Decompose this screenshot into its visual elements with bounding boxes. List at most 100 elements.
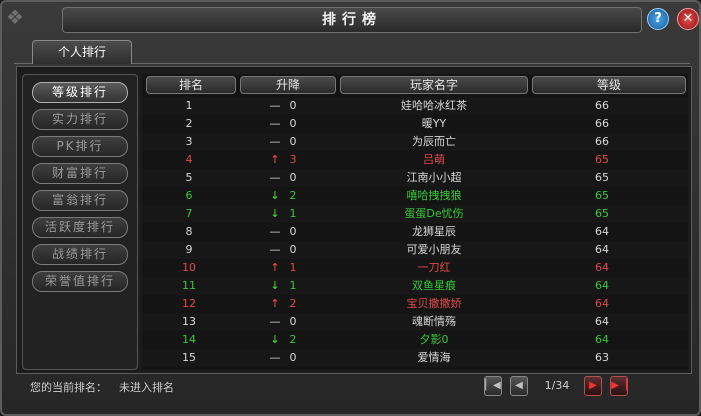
sidebar-item-rich-ranking[interactable]: 富翁排行 <box>32 190 128 211</box>
window-title: 排行榜 <box>62 7 642 33</box>
change-cell: ↓ 1 <box>238 277 334 295</box>
header-change[interactable]: 升降 <box>240 76 336 94</box>
current-rank-value: 未进入排名 <box>119 381 174 394</box>
table-row[interactable]: 6 ↓ 2 嘻哈拽拽狼 65 <box>142 187 688 205</box>
table-row[interactable]: 11 ↓ 1 双鱼星痕 64 <box>142 277 688 295</box>
current-rank-footer: 您的当前排名： 未进入排名 <box>30 380 174 396</box>
level-cell: 65 <box>595 207 609 220</box>
table-row[interactable]: 12 ↑ 2 宝贝撒撒娇 64 <box>142 295 688 313</box>
rank-cell: 11 <box>182 279 196 292</box>
change-cell: ↓ 2 <box>238 331 334 349</box>
change-value: 2 <box>289 189 297 202</box>
player-name-cell: 嘻哈拽拽狼 <box>406 189 462 202</box>
next-page-icon[interactable]: ▶ <box>584 376 602 396</box>
level-cell: 64 <box>595 225 609 238</box>
change-cell: —0 <box>238 169 334 187</box>
rank-cell: 12 <box>182 297 196 310</box>
player-name-cell: 爱情海 <box>417 351 451 364</box>
player-name-cell: 娃哈哈冰红茶 <box>401 99 467 112</box>
trend-same-icon: — <box>269 351 281 364</box>
current-rank-label: 您的当前排名： <box>30 381 107 394</box>
tab-personal-ranking[interactable]: 个人排行 <box>32 40 132 64</box>
table-row[interactable]: 8 — 0 龙狮星辰 64 <box>142 223 688 241</box>
table-row[interactable]: 9—0 可爱小朋友 64 <box>142 241 688 259</box>
page-indicator: 1/34 <box>544 379 570 392</box>
sidebar-item-pk-ranking[interactable]: PK排行 <box>32 136 128 157</box>
header-player-name[interactable]: 玩家名字 <box>340 76 528 94</box>
table-row[interactable]: 14 ↓ 2 夕影0 64 <box>142 331 688 349</box>
sidebar-item-battle-record-ranking[interactable]: 战绩排行 <box>32 244 128 265</box>
level-cell: 64 <box>595 333 609 346</box>
title-ornament-left: ❖ <box>6 5 24 29</box>
player-name-cell: 江南小小超 <box>406 171 462 184</box>
player-name-cell: 可爱小朋友 <box>406 243 462 256</box>
change-cell: ↑ 2 <box>238 295 334 313</box>
ranking-category-sidebar: 等级排行 实力排行 PK排行 财富排行 富翁排行 活跃度排行 战绩排行 荣誉值排… <box>22 74 138 370</box>
change-cell: —0 <box>238 313 334 331</box>
change-cell: —0 <box>238 115 334 133</box>
sidebar-item-honor-ranking[interactable]: 荣誉值排行 <box>32 271 128 292</box>
change-cell: ↑ 3 <box>238 151 334 169</box>
trend-same-icon: — <box>269 135 281 148</box>
rank-cell: 7 <box>185 207 193 220</box>
table-header: 排名 升降 玩家名字 等级 <box>142 74 688 96</box>
header-level[interactable]: 等级 <box>532 76 686 94</box>
rank-cell: 15 <box>182 351 196 364</box>
change-cell: ↓ 2 <box>238 187 334 205</box>
trend-down-icon: ↓ <box>270 207 280 220</box>
prev-page-icon[interactable]: ◀ <box>510 376 528 396</box>
change-value: 0 <box>289 225 297 238</box>
change-cell: —0 <box>238 97 334 115</box>
change-value: 0 <box>289 99 297 112</box>
change-value: 2 <box>289 333 297 346</box>
trend-same-icon: — <box>269 243 281 256</box>
sidebar-item-strength-ranking[interactable]: 实力排行 <box>32 109 128 130</box>
trend-up-icon: ↑ <box>270 297 280 310</box>
player-name-cell: 蛋蛋De忧伤 <box>404 207 464 220</box>
player-name-cell: 龙狮星辰 <box>412 225 456 238</box>
sidebar-item-wealth-ranking[interactable]: 财富排行 <box>32 163 128 184</box>
change-value: 0 <box>289 135 297 148</box>
level-cell: 64 <box>595 261 609 274</box>
sidebar-item-activity-ranking[interactable]: 活跃度排行 <box>32 217 128 238</box>
table-row[interactable]: 15—0 爱情海 63 <box>142 349 688 367</box>
table-row[interactable]: 2—0 暖YY 66 <box>142 115 688 133</box>
table-row[interactable]: 7 ↓ 1 蛋蛋De忧伤 65 <box>142 205 688 223</box>
change-cell: —0 <box>238 349 334 367</box>
first-page-icon[interactable]: ▏◀ <box>484 376 502 396</box>
table-row[interactable]: 5—0 江南小小超 65 <box>142 169 688 187</box>
change-value: 0 <box>289 117 297 130</box>
rank-cell: 8 <box>185 225 193 238</box>
table-row[interactable]: 4 ↑ 3 吕萌 65 <box>142 151 688 169</box>
table-row[interactable]: 10 ↑ 1 一刀红 64 <box>142 259 688 277</box>
change-value: 0 <box>289 315 297 328</box>
last-page-icon[interactable]: ▶▕ <box>610 376 628 396</box>
change-value: 3 <box>289 153 297 166</box>
header-rank[interactable]: 排名 <box>146 76 236 94</box>
sidebar-item-level-ranking[interactable]: 等级排行 <box>32 82 128 103</box>
close-icon[interactable]: ✕ <box>677 8 699 30</box>
change-value: 1 <box>289 279 297 292</box>
change-cell: ↑ 1 <box>238 259 334 277</box>
table-body: 1—0 娃哈哈冰红茶 66 2—0 暖YY 66 3—0 为辰而亡 66 4 ↑ 3 吕萌 65 5—0 江南… <box>142 97 688 367</box>
level-cell: 64 <box>595 297 609 310</box>
table-row[interactable]: 1—0 娃哈哈冰红茶 66 <box>142 97 688 115</box>
player-name-cell: 夕影0 <box>419 333 449 346</box>
trend-same-icon: — <box>269 225 281 238</box>
rank-cell: 10 <box>182 261 196 274</box>
change-value: 0 <box>289 351 297 364</box>
table-row[interactable]: 13—0 魂断情殇 64 <box>142 313 688 331</box>
help-icon[interactable]: ? <box>647 8 669 30</box>
change-cell: —0 <box>238 241 334 259</box>
trend-down-icon: ↓ <box>270 189 280 202</box>
change-cell: —0 <box>238 133 334 151</box>
table-row[interactable]: 3—0 为辰而亡 66 <box>142 133 688 151</box>
change-value: 0 <box>289 243 297 256</box>
rank-cell: 9 <box>185 243 193 256</box>
rank-cell: 1 <box>185 99 193 112</box>
level-cell: 64 <box>595 315 609 328</box>
rank-cell: 4 <box>185 153 193 166</box>
rank-cell: 2 <box>185 117 193 130</box>
change-value: 1 <box>289 261 297 274</box>
level-cell: 64 <box>595 279 609 292</box>
